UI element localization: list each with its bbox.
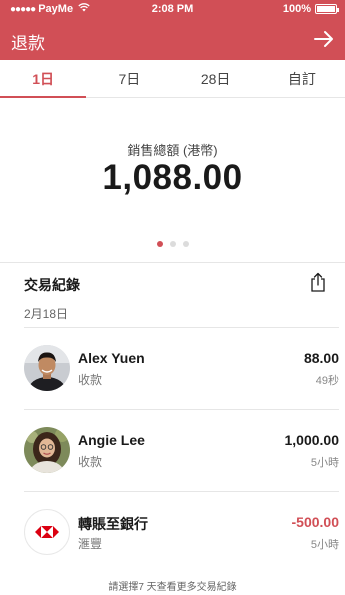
- transaction-amount: -500.00: [291, 514, 339, 530]
- transaction-time: 5小時: [310, 457, 339, 469]
- app-header: ●●●●● PayMe 2:08 PM 100% 退款: [0, 0, 345, 60]
- tab-28-days[interactable]: 28日: [173, 60, 259, 97]
- transaction-row[interactable]: 轉賬至銀行 滙豐 -500.00 5小時: [0, 492, 345, 574]
- tab-1-day[interactable]: 1日: [0, 60, 87, 98]
- transaction-amount: 1,000.00: [284, 432, 340, 448]
- tab-7-days[interactable]: 7日: [86, 60, 172, 97]
- person-avatar: [24, 345, 70, 391]
- sales-total-value: 1,088.00: [102, 158, 243, 197]
- page-dot-2[interactable]: [169, 241, 176, 247]
- page-title[interactable]: 退款: [11, 29, 45, 54]
- transaction-name: Angie Lee: [78, 432, 145, 448]
- status-right: 100%: [282, 3, 339, 15]
- transaction-type: 收款: [78, 373, 103, 387]
- battery-icon: [315, 4, 339, 14]
- more-transactions-note: 請選擇7 天查看更多交易紀錄: [108, 582, 237, 593]
- transaction-name: Alex Yuen: [78, 350, 145, 366]
- arrow-right-icon[interactable]: [313, 30, 335, 48]
- transactions-date: 2月18日: [24, 307, 69, 321]
- transaction-name: 轉賬至銀行: [78, 516, 148, 532]
- transaction-type: 滙豐: [78, 537, 103, 551]
- sales-total-label: 銷售總額 (港幣): [127, 143, 218, 158]
- share-icon[interactable]: [309, 272, 327, 292]
- transaction-time: 5小時: [310, 539, 339, 551]
- person-avatar: [24, 427, 70, 473]
- transaction-type: 收款: [78, 455, 103, 469]
- page-dot-3[interactable]: [182, 241, 189, 247]
- transaction-time: 49秒: [315, 375, 339, 387]
- page-indicator[interactable]: [0, 241, 345, 247]
- transaction-amount: 88.00: [303, 350, 339, 366]
- payme-app: ●●●●● PayMe 2:08 PM 100% 退款 1日 7日 28日 自訂…: [0, 0, 345, 595]
- period-tabs: 1日 7日 28日 自訂: [0, 60, 345, 98]
- status-bar: ●●●●● PayMe 2:08 PM 100%: [0, 0, 345, 20]
- section-divider: [0, 262, 345, 263]
- hsbc-logo: [24, 509, 70, 555]
- tab-custom[interactable]: 自訂: [259, 60, 345, 97]
- transaction-row[interactable]: Angie Lee 收款 1,000.00 5小時: [0, 410, 345, 492]
- battery-percent: 100%: [282, 3, 311, 15]
- page-dot-1[interactable]: [156, 241, 163, 247]
- transaction-row[interactable]: Alex Yuen 收款 88.00 49秒: [0, 328, 345, 410]
- transactions-title: 交易紀錄: [24, 277, 80, 293]
